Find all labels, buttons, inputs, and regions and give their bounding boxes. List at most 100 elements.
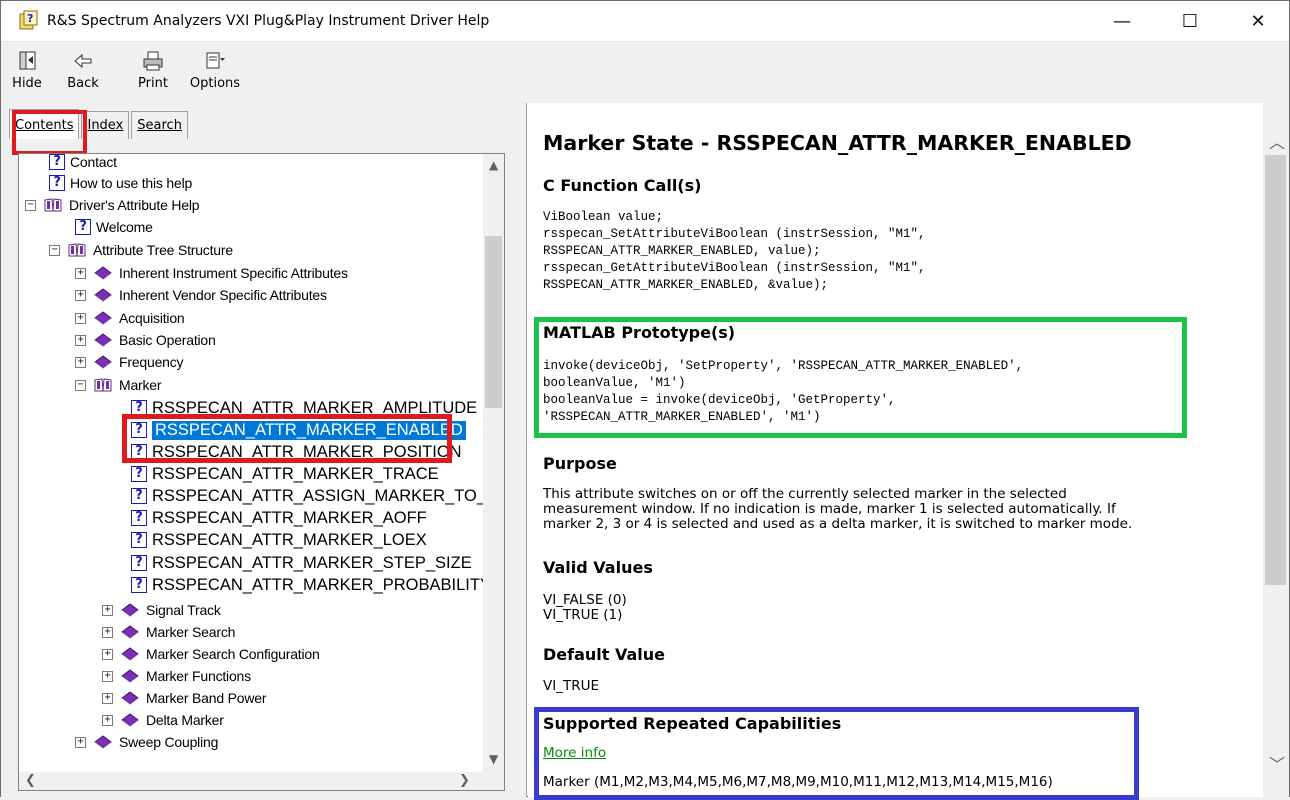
expand-icon[interactable]: + (75, 334, 86, 346)
back-label: Back (67, 76, 99, 91)
matlab-code: invoke(deviceObj, 'SetProperty', 'RSSPEC… (543, 359, 1024, 424)
tree-item[interactable]: + Sweep Coupling (75, 731, 218, 753)
tree-item-label: RSSPECAN_ATTR_MARKER_POSITION (152, 442, 462, 461)
expand-icon[interactable]: + (102, 714, 113, 726)
tree-item[interactable]: + Marker Band Power (102, 687, 267, 709)
title-bar: ? R&S Spectrum Analyzers VXI Plug&Play I… (1, 1, 1289, 41)
navigation-pane: Contents Index Search ? Contact? How to us… (1, 103, 513, 797)
tab-index[interactable]: Index (81, 111, 130, 139)
tree-item-label: Marker Band Power (146, 690, 267, 706)
nav-tabs: Contents Index Search (9, 109, 190, 141)
tree-horizontal-scrollbar[interactable]: ❮ ❯ (19, 772, 483, 790)
closed-book-icon (94, 311, 112, 325)
tree-item[interactable]: ? RSSPECAN_ATTR_ASSIGN_MARKER_TO_T (131, 485, 483, 507)
tree-item[interactable]: + Marker Search (102, 621, 235, 643)
tree-item-label: Inherent Instrument Specific Attributes (119, 265, 348, 281)
tree-item-label: Driver's Attribute Help (69, 197, 200, 213)
tree-scroll-thumb[interactable] (485, 236, 502, 408)
tree-item[interactable]: + Acquisition (75, 307, 185, 329)
hide-button[interactable]: Hide (0, 50, 55, 100)
expand-icon[interactable]: + (75, 736, 86, 748)
content-scroll-thumb[interactable] (1265, 155, 1286, 585)
options-button[interactable]: Options (187, 50, 243, 100)
help-page-icon: ? (131, 555, 147, 571)
close-button[interactable]: ✕ (1235, 1, 1281, 41)
tree-item[interactable]: − Attribute Tree Structure (49, 239, 233, 261)
print-label: Print (138, 76, 168, 91)
scroll-down-icon[interactable]: ▼ (489, 752, 498, 766)
valid-values-heading: Valid Values (543, 558, 653, 577)
back-button[interactable]: Back (55, 50, 111, 100)
content-scroll-up-icon[interactable]: ︿ (1269, 129, 1285, 153)
expand-icon[interactable]: + (102, 626, 113, 638)
matlab-heading: MATLAB Prototype(s) (543, 323, 736, 342)
tree-item-label: Delta Marker (146, 712, 224, 728)
scroll-right-icon[interactable]: ❯ (459, 773, 470, 788)
collapse-icon[interactable]: − (75, 379, 86, 391)
toolbar: Hide Back Print Options (1, 41, 1289, 103)
purpose-line: marker 2, 3 or 4 is selected and used as… (543, 516, 1133, 532)
tree-item[interactable]: + Basic Operation (75, 329, 216, 351)
tree-item-label: Basic Operation (119, 332, 216, 348)
collapse-icon[interactable]: − (25, 199, 36, 211)
collapse-icon[interactable]: − (49, 244, 60, 256)
print-button[interactable]: Print (125, 50, 181, 100)
tree-item[interactable]: ? Contact (49, 154, 117, 173)
tree-item[interactable]: ? RSSPECAN_ATTR_MARKER_AOFF (131, 507, 427, 529)
expand-icon[interactable]: + (102, 648, 113, 660)
expand-icon[interactable]: + (75, 267, 86, 279)
tree-item[interactable]: + Signal Track (102, 599, 221, 621)
content-vertical-scrollbar[interactable]: ︿ ﹀ (1263, 103, 1289, 797)
expand-icon[interactable]: + (102, 604, 113, 616)
tree-item-label: RSSPECAN_ATTR_MARKER_TRACE (152, 464, 439, 483)
tree-item[interactable]: + Frequency (75, 351, 184, 373)
closed-book-icon (121, 625, 139, 639)
expand-icon[interactable]: + (102, 692, 113, 704)
tree-item-label: Marker (119, 377, 162, 393)
repeated-capabilities-heading: Supported Repeated Capabilities (543, 714, 842, 733)
tree-vertical-scrollbar[interactable]: ▲ ▼ (483, 154, 504, 772)
c-function-code: ViBoolean value; rsspecan_SetAttributeVi… (543, 210, 926, 292)
tree-item[interactable]: ? RSSPECAN_ATTR_MARKER_AMPLITUDE (131, 397, 477, 419)
tree-item-label: How to use this help (70, 175, 193, 191)
content-scroll-down-icon[interactable]: ﹀ (1269, 751, 1285, 775)
valid-values-list: VI_FALSE (0) VI_TRUE (1) (543, 593, 627, 623)
expand-icon[interactable]: + (75, 312, 86, 324)
maximize-button[interactable]: ☐ (1167, 1, 1213, 41)
tree-item[interactable]: ? Welcome (75, 216, 153, 238)
tree-item[interactable]: + Marker Search Configuration (102, 643, 320, 665)
tree-item[interactable]: ? RSSPECAN_ATTR_MARKER_TRACE (131, 463, 439, 485)
hide-icon (19, 51, 36, 70)
tree-item[interactable]: ? RSSPECAN_ATTR_MARKER_STEP_SIZE (131, 552, 472, 574)
tree-item[interactable]: + Inherent Instrument Specific Attributes (75, 262, 348, 284)
scroll-up-icon[interactable]: ▲ (489, 158, 498, 172)
tree-item[interactable]: + Inherent Vendor Specific Attributes (75, 284, 327, 306)
expand-icon[interactable]: + (102, 670, 113, 682)
tab-search[interactable]: Search (131, 111, 188, 139)
tree-item[interactable]: ? RSSPECAN_ATTR_MARKER_ENABLED (131, 419, 467, 441)
tree-item[interactable]: + Delta Marker (102, 709, 224, 731)
closed-book-icon (94, 288, 112, 302)
tree-item-label: Sweep Coupling (119, 734, 219, 750)
tree-item[interactable]: ? RSSPECAN_ATTR_MARKER_LOEX (131, 529, 427, 551)
tree-item-label: Acquisition (119, 310, 185, 326)
contents-tree: ? Contact? How to use this help − Driver's A… (19, 154, 483, 772)
options-icon (206, 52, 225, 69)
expand-icon[interactable]: + (75, 289, 86, 301)
tree-item[interactable]: ? How to use this help (49, 172, 192, 194)
scroll-left-icon[interactable]: ❮ (25, 773, 36, 788)
tree-item-label: Signal Track (146, 602, 221, 618)
closed-book-icon (94, 266, 112, 280)
tree-item[interactable]: + Marker Functions (102, 665, 251, 687)
tab-contents[interactable]: Contents (9, 109, 80, 139)
scroll-corner (483, 772, 504, 790)
tree-item[interactable]: ? RSSPECAN_ATTR_MARKER_POSITION (131, 441, 462, 463)
pane-splitter[interactable] (513, 103, 527, 797)
minimize-button[interactable]: — (1099, 1, 1145, 41)
tree-item[interactable]: ? RSSPECAN_ATTR_MARKER_PROBABILITY (131, 574, 483, 596)
tree-item[interactable]: − Driver's Attribute Help (25, 194, 200, 216)
expand-icon[interactable]: + (75, 356, 86, 368)
tree-item[interactable]: − Marker (75, 374, 162, 396)
help-app-icon: ? (19, 10, 38, 30)
more-info-link[interactable]: More info (543, 746, 606, 761)
